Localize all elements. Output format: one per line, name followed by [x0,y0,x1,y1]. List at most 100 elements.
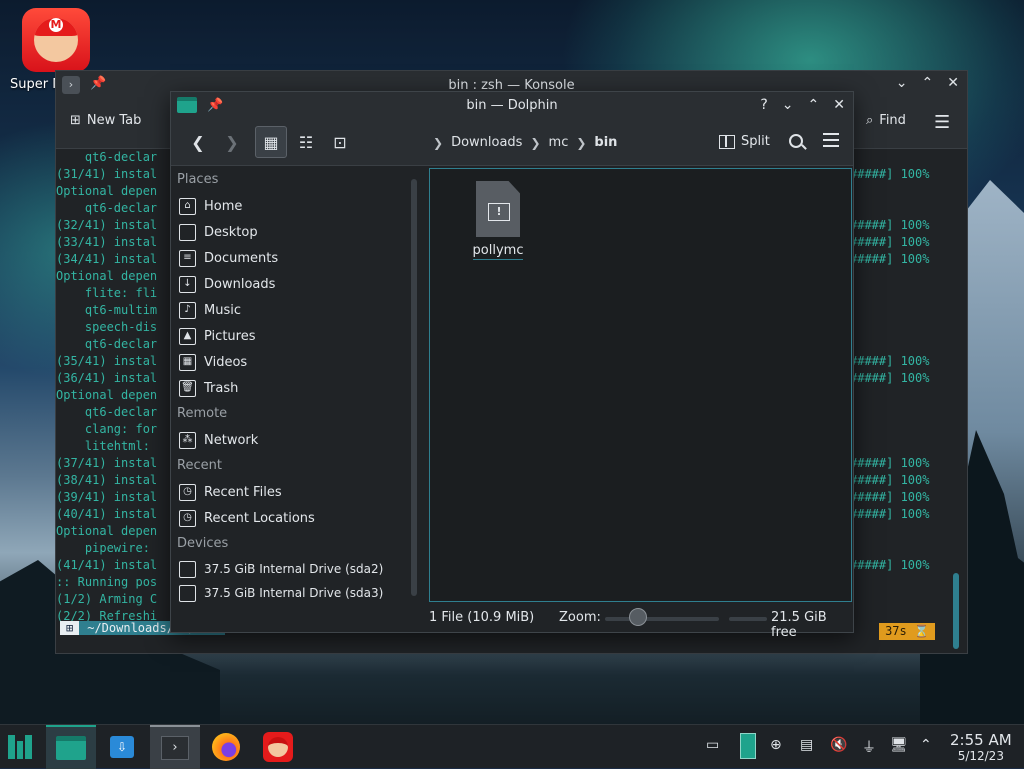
free-space-label: 21.5 GiB free [771,610,827,640]
network-icon: ⁂ [179,431,196,449]
prompt-os-icon: ⊞ [60,621,80,635]
places-item-videos[interactable]: ▦ Videos [171,349,407,375]
forward-button[interactable]: ❯ [217,126,247,158]
dolphin-titlebar[interactable]: 📌 bin — Dolphin ? ⌄ ⌃ ✕ [171,92,853,120]
progress-text: #####] 100% [850,473,930,487]
hamburger-menu-icon[interactable] [823,133,839,151]
places-item-label: Trash [204,380,239,396]
breadcrumb-item[interactable]: Downloads [451,135,522,150]
places-item-downloads[interactable]: ↓ Downloads [171,271,407,297]
file-view[interactable]: ! pollymc [429,168,852,602]
trash-icon: 🗑 [179,379,196,397]
close-button[interactable]: ✕ [833,97,845,113]
places-item-label: Home [204,198,243,214]
terminal-line-text: (34/41) instal [56,252,158,266]
places-item-label: Videos [204,354,248,370]
search-icon[interactable] [789,134,803,148]
progress-text: #####] 100% [850,235,930,249]
close-button[interactable]: ✕ [947,75,959,91]
back-button[interactable]: ❮ [183,126,213,158]
places-item-documents[interactable]: ≡ Documents [171,245,407,271]
places-item-trash[interactable]: 🗑 Trash [171,375,407,401]
terminal-icon: › [161,736,189,760]
terminal-line-text: qt6-declar [56,405,158,419]
icons-view-button[interactable]: ▦ [255,126,287,158]
places-section-header: Places [177,172,219,187]
terminal-line-text: qt6-declar [56,150,158,164]
terminal-scrollbar[interactable] [953,573,959,649]
minimize-button[interactable]: ⌄ [896,75,908,91]
firefox-task[interactable] [204,725,248,769]
desktop-pager-icon[interactable]: ▭ [706,737,719,753]
places-item-network[interactable]: ⁂ Network [171,427,407,453]
zoom-slider-handle[interactable] [629,608,647,626]
clipboard-icon[interactable]: ▤ [800,737,813,753]
updates-icon[interactable]: ⊕ [770,737,782,753]
konsole-task[interactable]: › [150,725,200,769]
places-item-desktop[interactable]: Desktop [171,219,407,245]
tree-view-button[interactable]: ⊡ [325,126,355,158]
zoom-slider[interactable] [605,617,719,621]
clock[interactable]: 2:55 AM 5/12/23 [950,731,1012,763]
tree-view-icon: ⊡ [333,132,347,152]
places-panel: Places ⌂ Home Desktop ≡ Documents ↓ Downloads ♪ M… [171,167,407,612]
folder-icon [56,736,86,760]
volume-muted-icon[interactable]: 🔇 [830,737,847,753]
usb-device-icon[interactable]: ⏚ [862,737,876,757]
dolphin-window[interactable]: 📌 bin — Dolphin ? ⌄ ⌃ ✕ ❮ ❯ ▦ ☷ ⊡ ❯ Down… [170,91,854,640]
home-icon: ⌂ [179,197,196,215]
find-button[interactable]: ⌕ Find [866,113,906,128]
places-item-recent-locations[interactable]: ◷ Recent Locations [171,505,407,531]
manjaro-logo-icon [8,735,33,759]
places-item-home[interactable]: ⌂ Home [171,193,407,219]
free-space-bar [729,617,767,621]
places-item-label: Music [204,302,241,318]
progress-text: #####] 100% [850,167,930,181]
dolphin-task[interactable] [46,725,96,769]
details-view-button[interactable]: ☷ [291,126,321,158]
breadcrumb-item[interactable]: mc [549,135,569,150]
chevron-right-icon: ❯ [530,135,541,150]
split-button[interactable]: Split [719,134,770,149]
places-item-drive[interactable]: 37.5 GiB Internal Drive (sda2) [171,557,407,581]
breadcrumb-current[interactable]: bin [594,135,617,150]
application-launcher-button[interactable] [0,725,40,769]
maximize-button[interactable]: ⌃ [922,75,934,91]
file-item[interactable]: ! pollymc [470,181,526,260]
help-button[interactable]: ? [760,97,767,113]
progress-text: #####] 100% [850,354,930,368]
places-item-pictures[interactable]: ▲ Pictures [171,323,407,349]
places-item-label: 37.5 GiB Internal Drive (sda2) [204,562,384,576]
places-item-recent-files[interactable]: ◷ Recent Files [171,479,407,505]
terminal-line-text: Optional depen [56,184,158,198]
chevron-up-icon[interactable]: ⌃ [920,737,932,753]
zoom-label: Zoom: [559,610,601,625]
terminal-line-text: pipewire: [56,541,158,555]
clock-date: 5/12/23 [957,749,1004,763]
hamburger-menu-icon[interactable]: ☰ [934,112,950,133]
new-tab-label: New Tab [86,113,142,128]
desktop-icon [179,223,196,241]
places-item-music[interactable]: ♪ Music [171,297,407,323]
places-item-label: 37.5 GiB Internal Drive (sda3) [204,586,384,600]
minimize-button[interactable]: ⌄ [782,97,794,113]
super-mario-desktop-icon[interactable] [22,8,90,72]
places-scrollbar[interactable] [411,179,417,596]
new-tab-button[interactable]: ⊞ New Tab [70,113,141,128]
chevron-right-icon: ❯ [576,135,587,150]
music-icon: ♪ [179,301,196,319]
discover-task[interactable]: ⇩ [100,725,144,769]
status-bar: 1 File (10.9 MiB) Zoom: 21.5 GiB free [171,602,853,640]
show-desktop-icon[interactable] [740,733,756,759]
terminal-line-text: (40/41) instal [56,507,158,521]
videos-icon: ▦ [179,353,196,371]
terminal-line-text: clang: for [56,422,158,436]
terminal-line-text: Optional depen [56,388,158,402]
terminal-line-text: (36/41) instal [56,371,158,385]
super-mario-task[interactable] [256,725,300,769]
terminal-line-text: flite: fli [56,286,158,300]
terminal-line-text: (39/41) instal [56,490,158,504]
maximize-button[interactable]: ⌃ [808,97,820,113]
places-section-header: Remote [177,406,228,421]
network-icon[interactable]: 🖥 [890,737,908,753]
